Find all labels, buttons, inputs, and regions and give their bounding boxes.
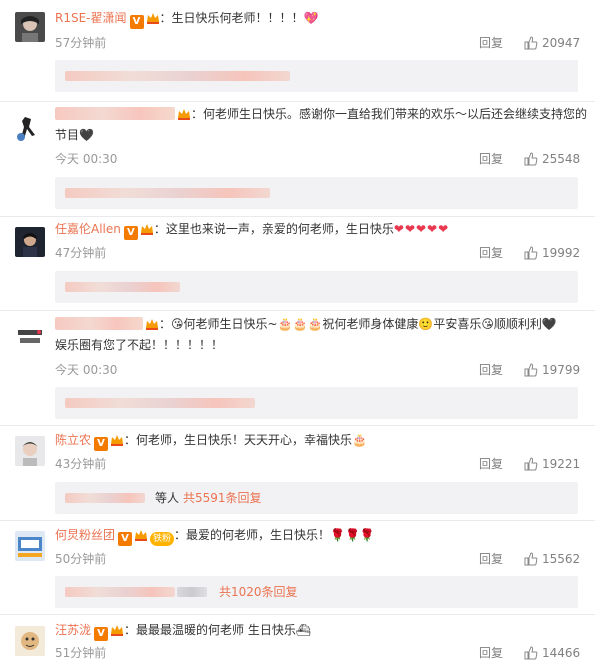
username-link[interactable]: 何炅粉丝团 — [55, 528, 115, 542]
username-link[interactable]: R1SE-翟潇闻 — [55, 11, 127, 25]
blurred-reply-text — [177, 587, 207, 597]
verified-icon: V — [129, 15, 144, 29]
reply-button[interactable]: 回复 — [479, 35, 503, 51]
more-replies-link[interactable]: 共1020条回复 — [219, 584, 298, 600]
more-replies-link[interactable]: 共5591条回复 — [183, 490, 262, 506]
username-link[interactable] — [55, 107, 175, 120]
divider — [0, 101, 595, 102]
like-count: 19992 — [542, 246, 581, 260]
comment-text: ：这里也来说一声，亲爱的何老师，生日快乐 — [153, 222, 394, 236]
reply-button[interactable]: 回复 — [479, 551, 503, 567]
like-count: 19221 — [542, 457, 581, 471]
like-count: 20947 — [542, 36, 581, 50]
cake-emoji-icon: 🎂 — [352, 433, 367, 447]
comment-time: 今天 00:30 — [55, 152, 118, 166]
avatar[interactable] — [15, 113, 45, 143]
comment-body: 何炅粉丝团 V 铁粉 ：最爱的何老师，生日快乐！🌹🌹🌹 — [55, 525, 580, 548]
blurred-reply-text — [65, 188, 270, 198]
avatar[interactable] — [15, 626, 45, 656]
red-heart-emoji-icon: ❤❤❤❤❤ — [393, 222, 450, 236]
comment-body: 陈立农 V ：何老师，生日快乐！天天开心，幸福快乐🎂 — [55, 430, 580, 453]
verified-icon: V — [94, 627, 109, 641]
blurred-reply-text — [65, 493, 145, 503]
username-link[interactable]: 陈立农 — [55, 433, 91, 447]
comment-text-continued: 娱乐圈有您了不起！！！！！！ — [55, 338, 224, 352]
verified-icon: V — [94, 437, 109, 451]
sub-reply-box[interactable] — [55, 387, 578, 419]
divider — [0, 520, 595, 521]
comment-body: ：何老师生日快乐。感谢你一直给我们带来的欢乐～以后还会继续支持您的 — [55, 104, 587, 127]
comment-text: ：最最最温暖的何老师 生日快乐 — [124, 623, 296, 637]
username-link[interactable]: 任嘉伦Allen — [55, 222, 121, 236]
thumbs-up-icon[interactable] — [524, 36, 538, 50]
avatar[interactable] — [15, 12, 45, 42]
avatar[interactable] — [15, 227, 45, 257]
like-count: 15562 — [542, 552, 581, 566]
blurred-reply-text — [65, 398, 255, 408]
sub-reply-box[interactable]: 共1020条回复 — [55, 576, 578, 608]
username-link[interactable] — [55, 317, 143, 330]
reply-button[interactable]: 回复 — [479, 645, 503, 661]
sub-reply-box[interactable] — [55, 271, 578, 303]
avatar[interactable] — [15, 322, 45, 352]
comment-text: ：何老师，生日快乐！天天开心，幸福快乐 — [124, 433, 353, 447]
like-count: 25548 — [542, 152, 581, 166]
thumbs-up-icon[interactable] — [524, 363, 538, 377]
comment-body: 汪苏泷 V ：最最最温暖的何老师 生日快乐⛴ — [55, 620, 580, 643]
reply-button[interactable]: 回复 — [479, 456, 503, 472]
comment-time: 57分钟前 — [55, 36, 107, 50]
divider — [0, 614, 595, 615]
thumbs-up-icon[interactable] — [524, 457, 538, 471]
divider — [0, 310, 595, 311]
sub-reply-box[interactable] — [55, 177, 578, 209]
comment-text: ：最爱的何老师，生日快乐！ — [174, 528, 331, 542]
fan-badge: 铁粉 — [150, 532, 175, 546]
thumbs-up-icon[interactable] — [524, 552, 538, 566]
membership-crown-icon — [110, 623, 124, 643]
comment-time: 43分钟前 — [55, 457, 107, 471]
rose-emoji-icon: 🌹🌹🌹 — [330, 528, 375, 542]
thumbs-up-icon[interactable] — [524, 152, 538, 166]
reply-button[interactable]: 回复 — [479, 151, 503, 167]
reply-button[interactable]: 回复 — [479, 245, 503, 261]
thumbs-up-icon[interactable] — [524, 246, 538, 260]
like-count: 14466 — [542, 646, 581, 660]
comment-time: 今天 00:30 — [55, 363, 118, 377]
comment-body: 任嘉伦Allen V ：这里也来说一声，亲爱的何老师，生日快乐❤❤❤❤❤ — [55, 219, 580, 242]
blurred-reply-text — [65, 282, 180, 292]
username-link[interactable]: 汪苏泷 — [55, 623, 91, 637]
membership-crown-icon — [134, 528, 148, 548]
comment-body: R1SE-翟潇闻 V ：生日快乐何老师！！！！💖 — [55, 8, 580, 31]
membership-crown-icon — [177, 107, 191, 127]
sub-reply-box[interactable] — [55, 60, 578, 92]
like-count: 19799 — [542, 363, 581, 377]
comment-text: ：生日快乐何老师！！！！ — [159, 11, 304, 25]
membership-crown-icon — [140, 222, 154, 242]
comment-body: ：😘何老师生日快乐~🎂🎂🎂祝何老师身体健康🙂平安喜乐😘顺顺利利🖤 — [55, 314, 580, 337]
comment-text: ：😘何老师生日快乐~🎂🎂🎂祝何老师身体健康🙂平安喜乐😘顺顺利利🖤 — [159, 317, 557, 331]
comment-time: 50分钟前 — [55, 552, 107, 566]
verified-icon: V — [123, 226, 138, 240]
membership-crown-icon — [146, 11, 160, 31]
comment-text-continued: 节目🖤 — [55, 128, 94, 142]
avatar[interactable] — [15, 531, 45, 561]
blurred-reply-text — [65, 71, 290, 81]
verified-icon: V — [118, 532, 133, 546]
heart-emoji-icon: 💖 — [303, 11, 319, 25]
comment-text: ：何老师生日快乐。感谢你一直给我们带来的欢乐～以后还会继续支持您的 — [191, 107, 588, 121]
comment-time: 47分钟前 — [55, 246, 107, 260]
divider — [0, 425, 595, 426]
blurred-reply-text — [65, 587, 175, 597]
ship-emoji-icon: ⛴ — [295, 623, 312, 637]
membership-crown-icon — [145, 317, 159, 337]
divider — [0, 216, 595, 217]
sub-reply-suffix: 等人 — [155, 491, 180, 505]
thumbs-up-icon[interactable] — [524, 646, 538, 660]
reply-button[interactable]: 回复 — [479, 362, 503, 378]
avatar[interactable] — [15, 436, 45, 466]
sub-reply-box[interactable]: 等人 共5591条回复 — [55, 482, 578, 514]
comment-time: 51分钟前 — [55, 646, 107, 660]
membership-crown-icon — [110, 433, 124, 453]
